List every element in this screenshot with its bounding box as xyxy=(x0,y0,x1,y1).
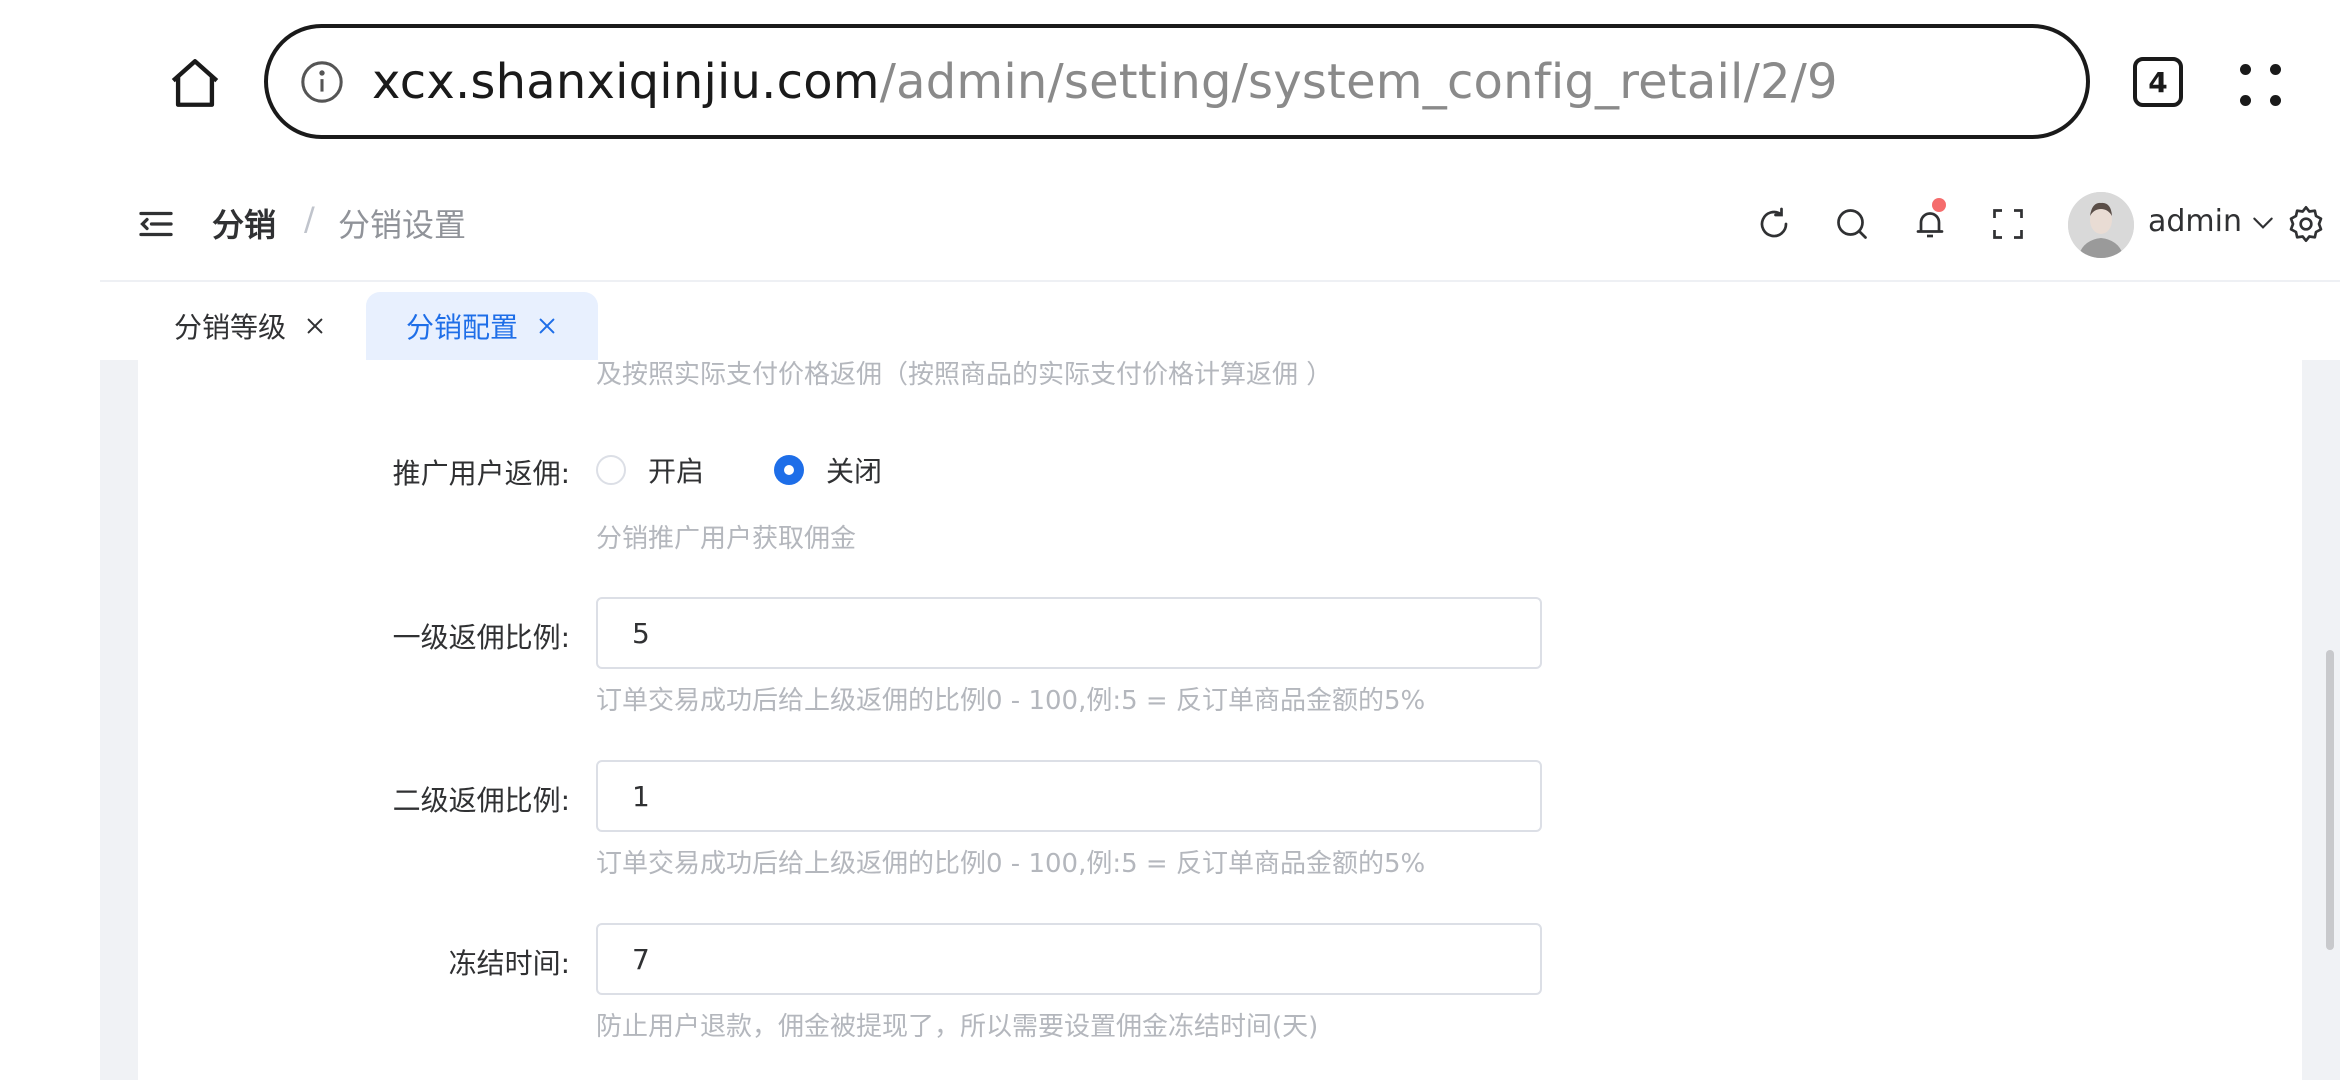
breadcrumb-separator: / xyxy=(304,200,315,238)
tab-distribution-level[interactable]: 分销等级 xyxy=(174,292,326,360)
radio-circle-checked[interactable] xyxy=(774,455,804,485)
chevron-down-icon[interactable] xyxy=(2250,210,2276,236)
form-card: 及按照实际支付价格返佣（按照商品的实际支付价格计算返佣 ） 推广用户返佣: 开启… xyxy=(138,360,2302,1080)
home-button[interactable] xyxy=(160,48,230,118)
radio-circle[interactable] xyxy=(596,455,626,485)
bell-icon[interactable] xyxy=(1912,206,1948,242)
level1-ratio-label: 一级返佣比例: xyxy=(392,621,570,654)
close-icon[interactable] xyxy=(304,315,326,337)
breadcrumb-current: 分销设置 xyxy=(338,206,467,244)
field-hint: 订单交易成功后给上级返佣的比例0 - 100,例:5 = 反订单商品金额的5% xyxy=(596,686,1426,716)
browser-toolbar: xcx.shanxiqinjiu.com/admin/setting/syste… xyxy=(0,0,2340,170)
url-path: /admin/setting/system_config_retail/2/9 xyxy=(879,53,1838,110)
url-host: xcx.shanxiqinjiu.com xyxy=(372,53,880,110)
freeze-time-label: 冻结时间: xyxy=(448,947,570,980)
scrollbar-thumb[interactable] xyxy=(2326,650,2334,950)
field-hint: 分销推广用户获取佣金 xyxy=(596,524,857,554)
avatar[interactable] xyxy=(2068,192,2134,258)
menu-dots-icon[interactable] xyxy=(2240,60,2284,110)
field-hint: 防止用户退款，佣金被提现了，所以需要设置佣金冻结时间(天) xyxy=(596,1012,1319,1042)
gear-icon[interactable] xyxy=(2286,204,2326,244)
notification-dot xyxy=(1932,198,1946,212)
tab-label: 分销配置 xyxy=(406,311,519,344)
level1-ratio-input[interactable] xyxy=(596,597,1542,669)
collapse-icon[interactable] xyxy=(138,206,174,242)
tags-view: 分销等级 分销配置 xyxy=(100,282,2340,360)
refresh-icon[interactable] xyxy=(1756,206,1792,242)
field-hint: 订单交易成功后给上级返佣的比例0 - 100,例:5 = 反订单商品金额的5% xyxy=(596,849,1426,879)
level2-ratio-label: 二级返佣比例: xyxy=(392,784,570,817)
close-icon[interactable] xyxy=(536,315,558,337)
url-text: xcx.shanxiqinjiu.com/admin/setting/syste… xyxy=(372,54,1838,110)
home-icon xyxy=(171,59,219,107)
tab-label: 分销等级 xyxy=(174,311,287,344)
fullscreen-icon[interactable] xyxy=(1990,206,2026,242)
promote-rebate-label: 推广用户返佣: xyxy=(392,457,570,490)
user-name[interactable]: admin xyxy=(2148,204,2242,239)
radio-disable[interactable]: 关闭 xyxy=(774,450,882,490)
tab-distribution-config[interactable]: 分销配置 xyxy=(366,292,599,360)
field-hint: 及按照实际支付价格返佣（按照商品的实际支付价格计算返佣 ） xyxy=(596,360,1333,390)
search-icon[interactable] xyxy=(1834,206,1870,242)
address-bar[interactable]: xcx.shanxiqinjiu.com/admin/setting/syste… xyxy=(264,24,2090,139)
breadcrumb-main[interactable]: 分销 xyxy=(212,200,276,246)
radio-label[interactable]: 关闭 xyxy=(826,450,882,490)
radio-enable[interactable]: 开启 xyxy=(596,450,704,490)
radio-label[interactable]: 开启 xyxy=(648,450,704,490)
admin-header: 分销 / 分销设置 admin xyxy=(100,170,2340,282)
tab-switcher-button[interactable]: 4 xyxy=(2133,57,2183,107)
level2-ratio-input[interactable] xyxy=(596,760,1542,832)
freeze-time-input[interactable] xyxy=(596,923,1542,995)
info-icon[interactable] xyxy=(298,58,346,106)
